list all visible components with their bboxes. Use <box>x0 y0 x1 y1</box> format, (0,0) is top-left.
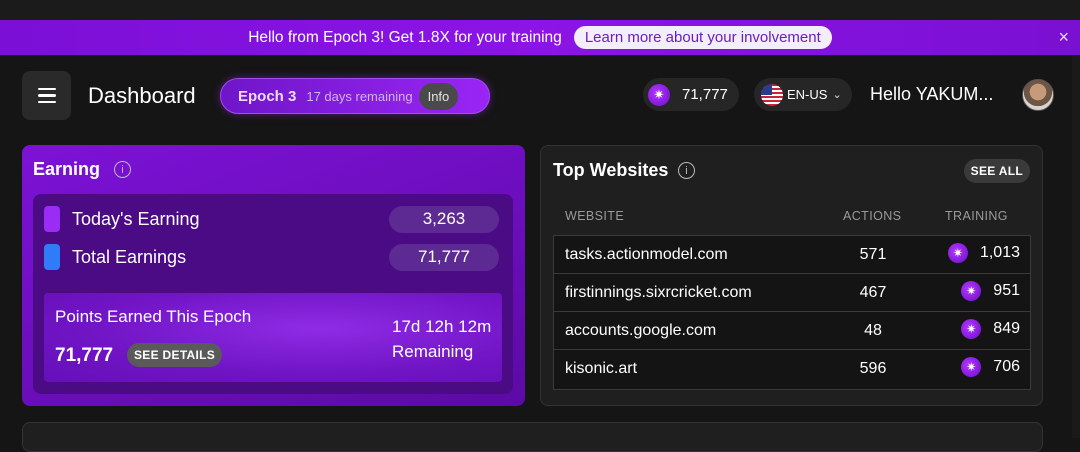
today-value: 3,263 <box>389 205 499 233</box>
scrollbar[interactable] <box>1072 55 1080 438</box>
total-marker <box>44 244 60 270</box>
row-training-value: 706 <box>993 358 1020 375</box>
top-strip <box>0 0 1080 20</box>
hamburger-icon <box>37 87 56 91</box>
epoch-info-button[interactable]: Info <box>418 82 459 110</box>
see-all-button[interactable]: SEE ALL <box>963 159 1030 183</box>
next-card <box>22 422 1043 452</box>
hamburger-icon <box>37 100 56 104</box>
col-training: TRAINING <box>945 209 1008 223</box>
menu-button[interactable] <box>22 71 71 120</box>
user-greeting: Hello YAKUM... <box>870 84 994 104</box>
learn-more-link[interactable]: Learn more about your involvement <box>573 26 832 49</box>
col-website: WEBSITE <box>565 209 625 223</box>
today-label: Today's Earning <box>72 208 200 229</box>
epoch-name: Epoch 3 <box>238 87 297 105</box>
hamburger-icon <box>37 94 56 97</box>
row-website: kisonic.art <box>565 360 638 377</box>
language-label: EN-US <box>787 87 828 102</box>
points-coin-icon: ✷ <box>648 83 670 106</box>
see-details-button[interactable]: SEE DETAILS <box>127 343 223 367</box>
earning-info-icon[interactable]: i <box>114 161 131 178</box>
earning-panel: Today's Earning 3,263 Total Earnings 71,… <box>33 194 513 394</box>
row-training: ✷ 849 <box>961 319 1020 339</box>
announcement-banner: Hello from Epoch 3! Get 1.8X for your tr… <box>0 20 1080 55</box>
banner-message: Hello from Epoch 3! Get 1.8X for your tr… <box>248 28 562 46</box>
row-training-value: 849 <box>993 320 1020 337</box>
epoch-time-remaining: 17d 12h 12m Remaining <box>392 314 491 364</box>
table-header: WEBSITE ACTIONS TRAINING <box>553 209 1031 229</box>
epoch-pill[interactable]: Epoch 3 17 days remaining Info <box>220 78 490 114</box>
epoch-remaining-label: Remaining <box>392 342 474 361</box>
table-row[interactable]: firstinnings.sixrcricket.com 467 ✷ 951 <box>554 274 1030 312</box>
table-row[interactable]: accounts.google.com 48 ✷ 849 <box>554 312 1030 350</box>
chevron-down-icon: ⌄ <box>832 89 842 101</box>
earning-row-total: Total Earnings 71,777 <box>44 243 499 271</box>
row-actions: 48 <box>864 322 882 339</box>
points-coin-icon: ✷ <box>961 357 982 377</box>
row-actions: 467 <box>859 284 887 301</box>
us-flag-icon <box>761 83 783 106</box>
row-training-value: 1,013 <box>979 244 1020 261</box>
epoch-points-box: Points Earned This Epoch 71,777 SEE DETA… <box>44 293 502 382</box>
table-row[interactable]: kisonic.art 596 ✷ 706 <box>554 350 1030 388</box>
today-marker <box>44 206 60 232</box>
epoch-points-value: 71,777 <box>55 345 114 366</box>
language-selector[interactable]: EN-US ⌄ <box>754 78 852 111</box>
table-row[interactable]: tasks.actionmodel.com 571 ✷ 1,013 <box>554 236 1030 274</box>
row-website: tasks.actionmodel.com <box>565 246 728 263</box>
epoch-time: 17d 12h 12m <box>392 317 492 336</box>
total-label: Total Earnings <box>72 246 187 267</box>
points-coin-icon: ✷ <box>947 243 968 263</box>
row-training: ✷ 951 <box>961 281 1020 301</box>
close-icon[interactable]: × <box>1058 28 1069 46</box>
top-websites-card: Top Websites i SEE ALL WEBSITE ACTIONS T… <box>540 145 1043 406</box>
epoch-points-label: Points Earned This Epoch <box>55 307 252 326</box>
row-training: ✷ 706 <box>961 357 1020 377</box>
row-training: ✷ 1,013 <box>947 243 1020 263</box>
top-websites-title: Top Websites <box>553 160 669 180</box>
earning-title: Earning <box>33 159 101 179</box>
top-websites-info-icon[interactable]: i <box>678 162 695 179</box>
points-value: 71,777 <box>682 86 728 103</box>
points-balance[interactable]: ✷ 71,777 <box>643 78 739 111</box>
points-coin-icon: ✷ <box>961 281 982 301</box>
total-value: 71,777 <box>389 243 499 271</box>
page-title: Dashboard <box>88 83 196 108</box>
row-actions: 571 <box>859 246 887 263</box>
websites-table: tasks.actionmodel.com 571 ✷ 1,013 firstin… <box>553 235 1031 390</box>
avatar[interactable] <box>1022 79 1054 111</box>
row-actions: 596 <box>859 360 887 377</box>
earning-row-today: Today's Earning 3,263 <box>44 205 499 233</box>
earning-card: Earning i Today's Earning 3,263 Total Ea… <box>22 145 525 406</box>
col-actions: ACTIONS <box>843 209 902 223</box>
points-coin-icon: ✷ <box>961 319 982 339</box>
epoch-remaining: 17 days remaining <box>306 88 413 104</box>
top-header: Dashboard Epoch 3 17 days remaining Info… <box>0 55 1080 135</box>
row-website: firstinnings.sixrcricket.com <box>565 284 752 301</box>
row-training-value: 951 <box>993 282 1020 299</box>
row-website: accounts.google.com <box>565 322 717 339</box>
